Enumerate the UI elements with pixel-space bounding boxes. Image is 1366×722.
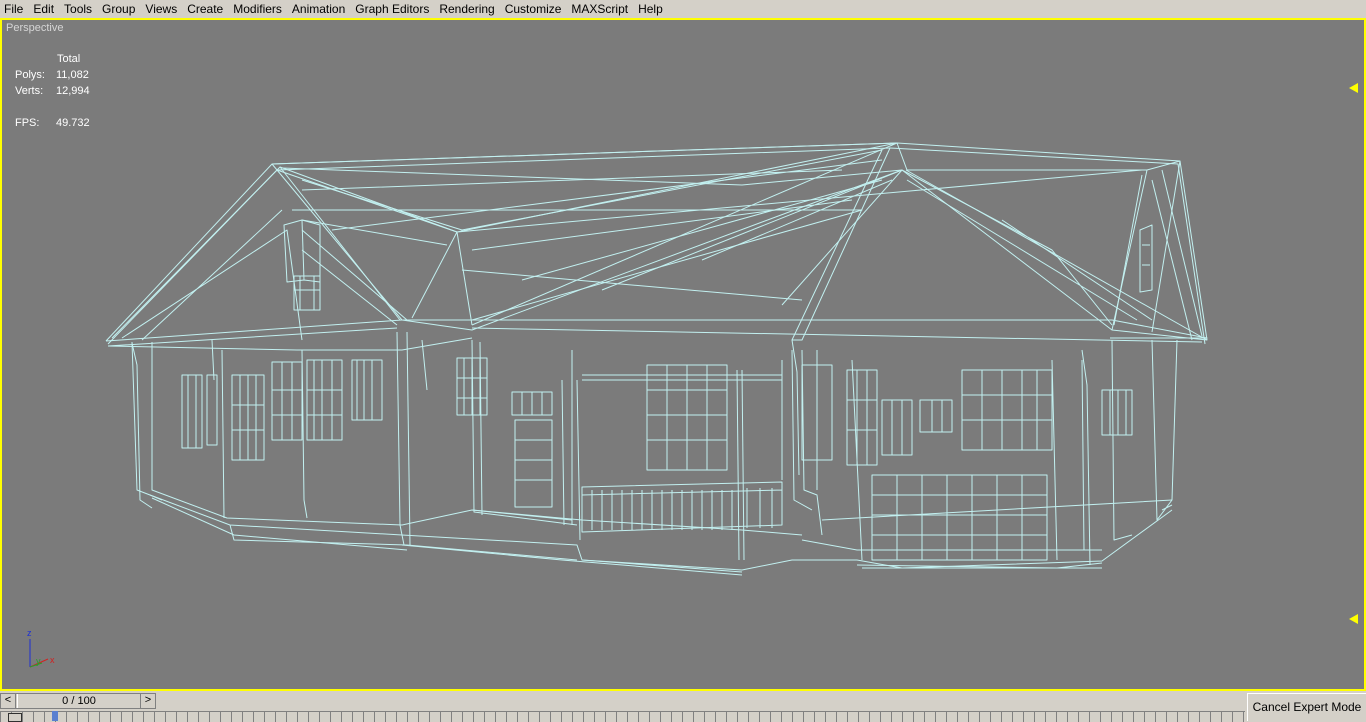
walls-wireframe	[131, 331, 1178, 576]
current-frame-marker[interactable]	[52, 711, 58, 721]
time-bar: < 0 / 100 > Cancel Expert Mode	[0, 691, 1366, 722]
menu-maxscript[interactable]: MAXScript	[566, 1, 633, 17]
axis-z-label: z	[27, 628, 32, 638]
axis-y-label: y	[36, 656, 41, 666]
previous-frame-button[interactable]: <	[1, 694, 16, 708]
menu-animation[interactable]: Animation	[287, 1, 350, 17]
menu-create[interactable]: Create	[182, 1, 228, 17]
perspective-viewport[interactable]: Perspective Total Polys: 11,082 Verts: 1…	[0, 18, 1366, 691]
axis-tripod-icon: z x y	[27, 628, 55, 668]
viewport-arrow-bottom-icon	[1349, 614, 1358, 624]
menu-rendering[interactable]: Rendering	[434, 1, 499, 17]
menu-modifiers[interactable]: Modifiers	[228, 1, 287, 17]
axis-x-label: x	[50, 655, 55, 665]
menu-tools[interactable]: Tools	[59, 1, 97, 17]
menu-bar: File Edit Tools Group Views Create Modifiers An…	[0, 0, 1366, 18]
roof-wireframe	[105, 142, 1208, 351]
menu-edit[interactable]: Edit	[28, 1, 59, 17]
menu-group[interactable]: Group	[97, 1, 140, 17]
track-bar-ruler[interactable]	[0, 711, 1245, 722]
viewport-arrow-top-icon	[1349, 83, 1358, 93]
garage-door-wireframe	[871, 474, 1048, 561]
next-frame-button[interactable]: >	[140, 694, 155, 708]
cancel-expert-mode-button[interactable]: Cancel Expert Mode	[1247, 693, 1366, 721]
menu-file[interactable]: File	[0, 1, 28, 17]
menu-views[interactable]: Views	[140, 1, 182, 17]
porch-railing-wireframe	[571, 350, 783, 561]
menu-help[interactable]: Help	[633, 1, 668, 17]
time-slider[interactable]: < 0 / 100 >	[0, 693, 156, 709]
menu-customize[interactable]: Customize	[500, 1, 567, 17]
menu-graph-editors[interactable]: Graph Editors	[350, 1, 434, 17]
time-slider-thumb[interactable]: 0 / 100	[17, 694, 141, 708]
house-wireframe-model[interactable]	[2, 20, 1364, 689]
